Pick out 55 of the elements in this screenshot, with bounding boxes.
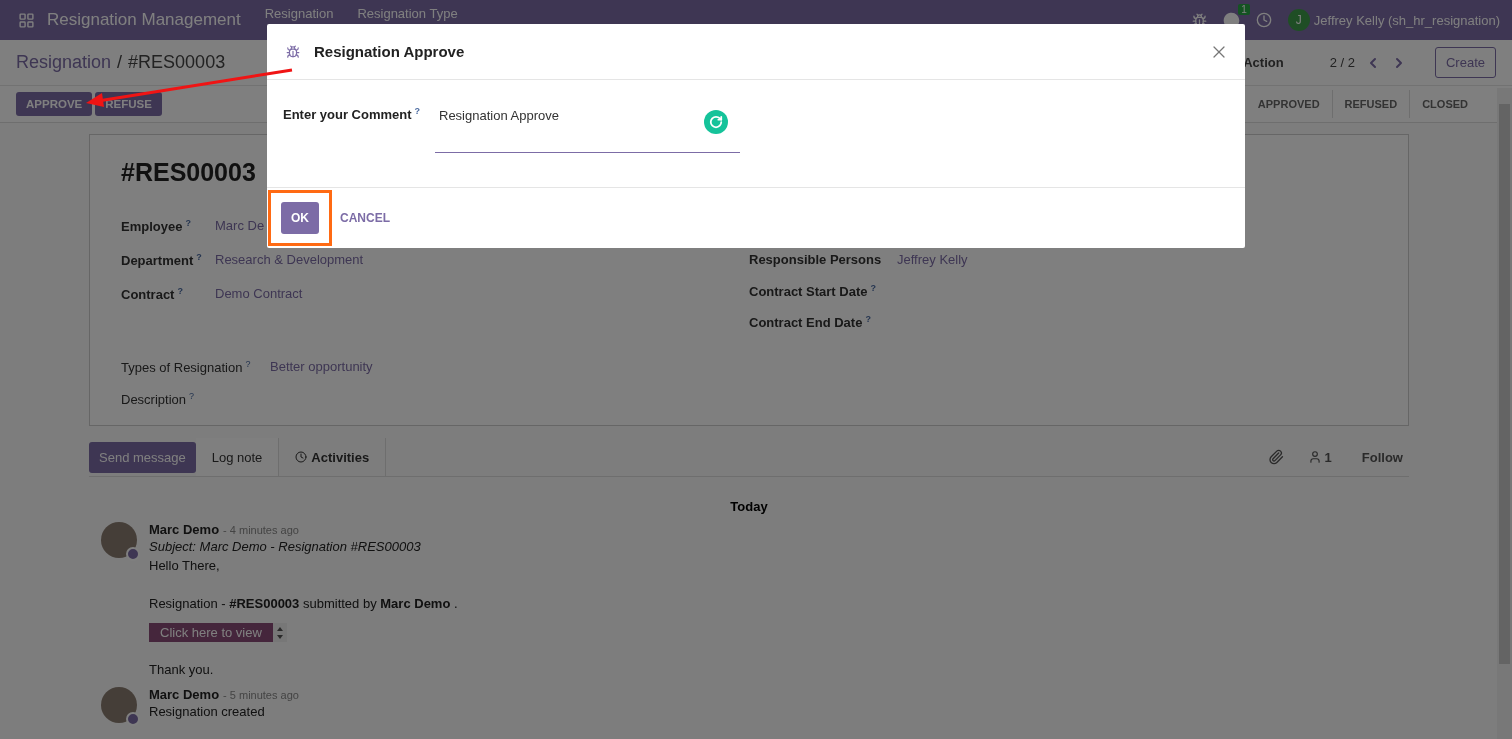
- record-title: #RES00003: [121, 157, 257, 187]
- breadcrumb-current: #RES00003: [128, 52, 226, 73]
- date-divider: Today: [729, 499, 769, 514]
- bug-icon: [286, 44, 300, 59]
- field-label: Contract Start Date$^{?}$: [749, 283, 877, 302]
- menu-item[interactable]: Resignation: [264, 7, 334, 21]
- follow-button[interactable]: Follow: [1355, 448, 1409, 466]
- clock-icon: [295, 451, 308, 463]
- field-label: Description$^{?}$: [121, 391, 196, 410]
- field-label: Enter your Comment$^{?}$: [283, 106, 422, 125]
- field-value[interactable]: Marc De: [215, 218, 265, 252]
- field-value[interactable]: Jeffrey Kelly: [897, 252, 968, 283]
- cancel-button[interactable]: CANCEL: [334, 210, 396, 226]
- dialog-title: Resignation Approve: [314, 43, 465, 60]
- breadcrumb-separator: /: [117, 52, 123, 73]
- followers-button[interactable]: 1: [1301, 448, 1338, 466]
- message-time: - 4 minutes ago: [223, 524, 299, 536]
- message-author: Marc Demo: [149, 522, 220, 537]
- message-text: Thank you.: [149, 661, 215, 679]
- message-author: Marc Demo: [149, 687, 220, 702]
- message-text: Resignation - #RES00003 submitted by Marc Demo .: [149, 595, 458, 613]
- message-text: Resignation created: [149, 703, 266, 721]
- message-subject: Subject: Marc Demo - Resignation #RES00003: [149, 538, 422, 556]
- field-label: Contract End Date$^{?}$: [749, 314, 872, 333]
- clock-icon[interactable]: [1255, 12, 1272, 28]
- activities-tab[interactable]: Activities: [279, 438, 387, 476]
- field-value[interactable]: Demo Contract: [215, 286, 303, 320]
- menu-item[interactable]: Resignation Type: [357, 7, 458, 21]
- field-label: Employee$^{?}$: [121, 218, 192, 237]
- breadcrumb-link[interactable]: Resignation: [16, 52, 112, 73]
- user-avatar[interactable]: J: [1287, 9, 1310, 31]
- status-dot: [126, 712, 140, 726]
- status-stage[interactable]: CLOSED: [1410, 90, 1480, 118]
- chat-count: 1: [1238, 3, 1250, 15]
- field-label: Responsible Persons: [749, 252, 883, 269]
- view-button[interactable]: Click here to view: [149, 623, 273, 642]
- pager-counter: 2 / 2: [1329, 55, 1355, 70]
- apps-menu-icon[interactable]: [18, 11, 35, 29]
- status-stage[interactable]: REFUSED: [1332, 90, 1411, 118]
- paperclip-icon[interactable]: [1267, 449, 1284, 465]
- field-label: Types of Resignation$^{?}$: [121, 359, 252, 378]
- status-dot: [126, 547, 140, 561]
- header-button[interactable]: APPROVE: [16, 92, 93, 116]
- field-label: Contract$^{?}$: [121, 286, 184, 305]
- send-message-button[interactable]: Send message: [89, 441, 196, 473]
- app-name: Resignation Management: [47, 10, 241, 30]
- ok-button[interactable]: OK: [281, 202, 319, 234]
- field-value[interactable]: Better opportunity: [270, 359, 373, 391]
- field-value[interactable]: Research & Development: [215, 252, 364, 286]
- user-name[interactable]: Jeffrey Kelly (sh_hr_resignation): [1313, 12, 1500, 28]
- scrollbar[interactable]: [1497, 88, 1512, 739]
- field-label: Department$^{?}$: [121, 252, 203, 271]
- user-icon: [1307, 450, 1322, 464]
- create-button[interactable]: Create: [1434, 47, 1496, 78]
- message-text: Hello There,: [149, 557, 221, 575]
